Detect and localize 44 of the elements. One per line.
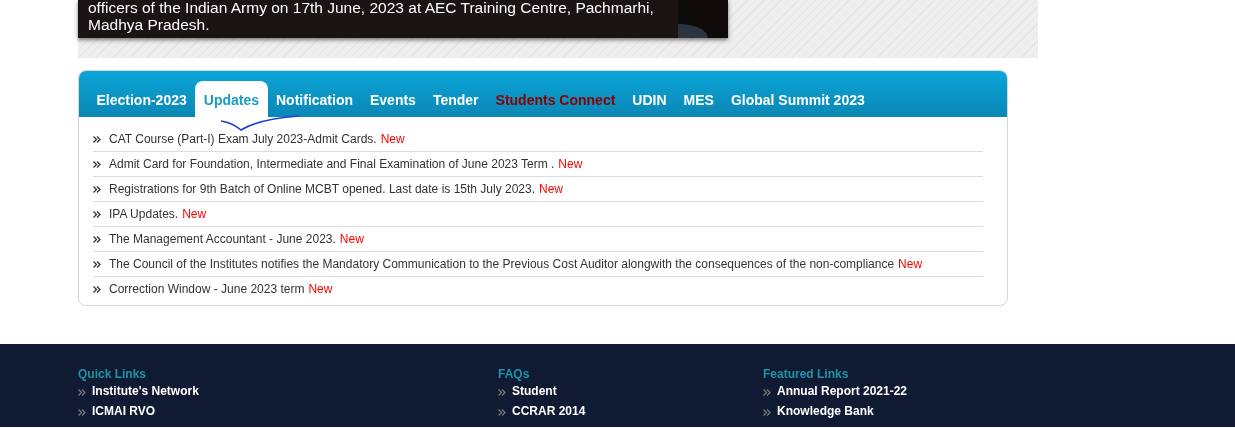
tab[interactable]: Events bbox=[361, 81, 425, 117]
footer-link[interactable]: CCRAR 2014 bbox=[512, 404, 586, 418]
new-label: New bbox=[380, 132, 405, 146]
new-label: New bbox=[558, 157, 583, 171]
double-chevron-icon bbox=[498, 388, 506, 396]
footer-heading: Quick Links bbox=[78, 367, 148, 381]
tab[interactable]: Global Summit 2023 bbox=[722, 81, 874, 117]
footer-heading: FAQs bbox=[498, 367, 531, 381]
double-chevron-icon bbox=[763, 388, 771, 396]
double-chevron-icon bbox=[498, 408, 506, 416]
new-label: New bbox=[339, 232, 364, 246]
footer-link[interactable]: Annual Report 2021-22 bbox=[777, 384, 908, 398]
footer-link[interactable]: ICMAI RVO bbox=[92, 404, 156, 418]
footer-link[interactable]: Knowledge Bank bbox=[777, 404, 874, 418]
double-chevron-icon bbox=[763, 408, 771, 416]
footer-link[interactable]: Institute's Network bbox=[92, 384, 199, 398]
double-chevron-icon bbox=[93, 285, 101, 293]
photo-caption: officers of the Indian Army on 17th June, 2023 at AEC Training Centre, Pachmarhi, Madhya Pradesh. bbox=[78, 0, 678, 38]
update-link[interactable]: The Council of the Institutes notifies the Mandatory Communication to the Previous Cost Auditor alongwith the consequences of the non-compliance bbox=[109, 257, 895, 271]
double-chevron-icon bbox=[93, 160, 101, 168]
new-label: New bbox=[308, 282, 333, 296]
update-link[interactable]: Registrations for 9th Batch of Online MCBT opened. Last date is 15th July 2023. bbox=[109, 182, 536, 196]
double-chevron-icon bbox=[93, 210, 101, 218]
update-link[interactable]: Correction Window - June 2023 term bbox=[109, 282, 305, 296]
new-label: New bbox=[539, 182, 564, 196]
double-chevron-icon bbox=[93, 185, 101, 193]
footer-link[interactable]: Student bbox=[512, 384, 557, 398]
footer-heading: Featured Links bbox=[763, 367, 850, 381]
new-label: New bbox=[182, 207, 207, 221]
update-link[interactable]: CAT Course (Part-I) Exam July 2023-Admit Cards. bbox=[109, 132, 377, 146]
double-chevron-icon bbox=[78, 408, 86, 416]
tab[interactable]: MES bbox=[675, 81, 723, 117]
tab[interactable]: Tender bbox=[424, 81, 488, 117]
double-chevron-icon bbox=[93, 235, 101, 243]
update-link[interactable]: The Management Accountant - June 2023. bbox=[109, 232, 336, 246]
double-chevron-icon bbox=[93, 135, 101, 143]
double-chevron-icon bbox=[78, 388, 86, 396]
update-link[interactable]: Admit Card for Foundation, Intermediate and Final Examination of June 2023 Term . bbox=[109, 157, 555, 171]
tab[interactable]: Notification bbox=[267, 81, 362, 117]
new-label: New bbox=[898, 257, 923, 271]
tab[interactable]: Election-2023 bbox=[88, 81, 196, 117]
double-chevron-icon bbox=[93, 260, 101, 268]
tab[interactable]: UDIN bbox=[623, 81, 676, 117]
update-link[interactable]: IPA Updates. bbox=[109, 207, 179, 221]
